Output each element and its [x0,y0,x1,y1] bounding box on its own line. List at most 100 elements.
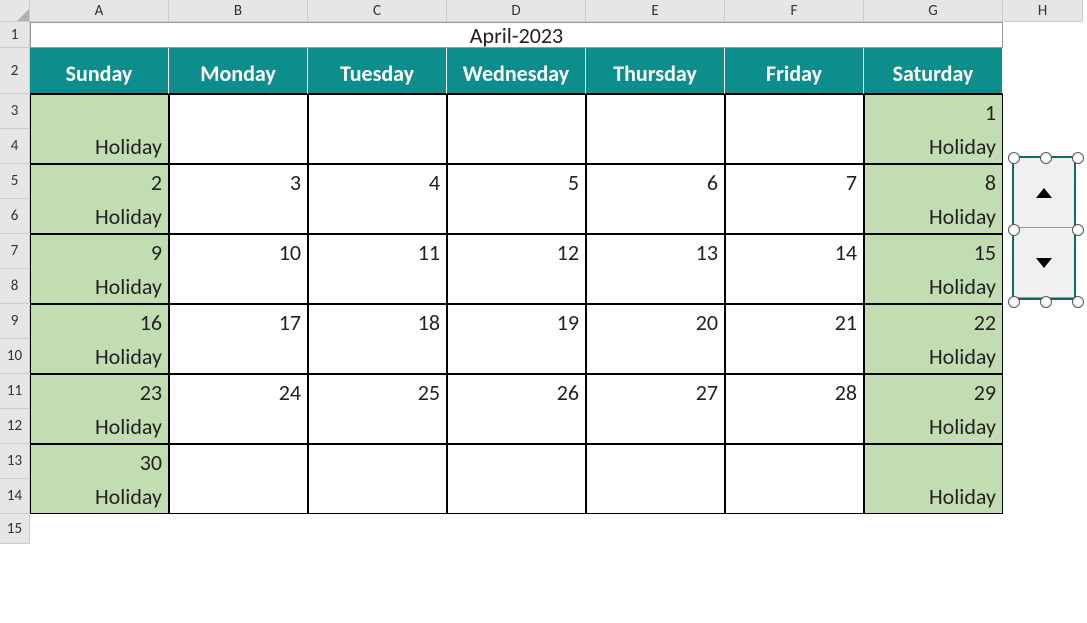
calendar-date-cell[interactable]: 24 [169,374,308,409]
dayheader-fri[interactable]: Friday [725,48,864,94]
row-header-8[interactable]: 8 [0,269,30,304]
calendar-date-cell[interactable]: 25 [308,374,447,409]
calendar-date-cell[interactable] [586,444,725,479]
empty-cell[interactable] [169,514,308,544]
calendar-date-cell[interactable] [30,94,169,129]
calendar-date-cell[interactable]: 26 [447,374,586,409]
calendar-date-cell[interactable] [725,444,864,479]
spinner-up-button[interactable] [1014,158,1074,228]
calendar-date-cell[interactable]: 8 [864,164,1003,199]
row-header-14[interactable]: 14 [0,479,30,514]
empty-cell[interactable] [864,514,1003,544]
calendar-label-cell[interactable] [308,409,447,444]
col-header-B[interactable]: B [169,0,308,22]
calendar-date-cell[interactable]: 15 [864,234,1003,269]
spinner-control[interactable] [1012,156,1076,300]
calendar-label-cell[interactable]: Holiday [864,199,1003,234]
calendar-label-cell[interactable] [725,199,864,234]
calendar-label-cell[interactable] [447,269,586,304]
calendar-date-cell[interactable]: 5 [447,164,586,199]
selection-handle[interactable] [1072,296,1084,308]
row-header-9[interactable]: 9 [0,304,30,339]
calendar-date-cell[interactable]: 9 [30,234,169,269]
calendar-date-cell[interactable]: 13 [586,234,725,269]
calendar-label-cell[interactable] [169,339,308,374]
empty-cell[interactable] [586,514,725,544]
col-header-G[interactable]: G [864,0,1003,22]
calendar-label-cell[interactable] [586,199,725,234]
dayheader-mon[interactable]: Monday [169,48,308,94]
cell-H13[interactable] [1003,444,1083,479]
calendar-label-cell[interactable] [308,269,447,304]
cell-H11[interactable] [1003,374,1083,409]
dayheader-sun[interactable]: Sunday [30,48,169,94]
calendar-label-cell[interactable] [586,129,725,164]
calendar-label-cell[interactable] [447,129,586,164]
calendar-label-cell[interactable] [308,199,447,234]
calendar-label-cell[interactable] [308,129,447,164]
calendar-label-cell[interactable] [169,409,308,444]
calendar-date-cell[interactable] [308,444,447,479]
calendar-label-cell[interactable]: Holiday [30,129,169,164]
calendar-date-cell[interactable]: 4 [308,164,447,199]
col-header-E[interactable]: E [586,0,725,22]
calendar-label-cell[interactable]: Holiday [30,199,169,234]
cell-H14[interactable] [1003,479,1083,514]
calendar-date-cell[interactable]: 30 [30,444,169,479]
calendar-date-cell[interactable]: 18 [308,304,447,339]
calendar-date-cell[interactable]: 7 [725,164,864,199]
cell-H10[interactable] [1003,339,1083,374]
calendar-date-cell[interactable]: 11 [308,234,447,269]
empty-cell[interactable] [308,514,447,544]
calendar-label-cell[interactable]: Holiday [30,479,169,514]
calendar-date-cell[interactable]: 21 [725,304,864,339]
empty-cell[interactable] [447,514,586,544]
row-header-2[interactable]: 2 [0,48,30,94]
col-header-F[interactable]: F [725,0,864,22]
calendar-label-cell[interactable] [447,409,586,444]
calendar-label-cell[interactable]: Holiday [30,409,169,444]
calendar-label-cell[interactable] [586,409,725,444]
calendar-date-cell[interactable] [725,94,864,129]
select-all-corner[interactable] [0,0,30,22]
calendar-date-cell[interactable] [169,444,308,479]
row-header-15[interactable]: 15 [0,514,30,544]
calendar-date-cell[interactable]: 3 [169,164,308,199]
row-header-11[interactable]: 11 [0,374,30,409]
calendar-date-cell[interactable] [586,94,725,129]
selection-handle[interactable] [1040,296,1052,308]
calendar-label-cell[interactable] [725,269,864,304]
calendar-label-cell[interactable] [308,479,447,514]
row-header-7[interactable]: 7 [0,234,30,269]
calendar-label-cell[interactable] [586,339,725,374]
calendar-date-cell[interactable]: 28 [725,374,864,409]
dayheader-tue[interactable]: Tuesday [308,48,447,94]
calendar-date-cell[interactable]: 20 [586,304,725,339]
calendar-date-cell[interactable]: 1 [864,94,1003,129]
cell-H1[interactable] [1003,22,1083,48]
calendar-label-cell[interactable] [169,479,308,514]
calendar-label-cell[interactable]: Holiday [30,339,169,374]
calendar-date-cell[interactable]: 10 [169,234,308,269]
calendar-date-cell[interactable]: 16 [30,304,169,339]
col-header-D[interactable]: D [447,0,586,22]
calendar-date-cell[interactable]: 19 [447,304,586,339]
cell-H3[interactable] [1003,94,1083,129]
calendar-label-cell[interactable] [725,129,864,164]
calendar-label-cell[interactable]: Holiday [864,339,1003,374]
calendar-label-cell[interactable]: Holiday [864,129,1003,164]
calendar-date-cell[interactable]: 6 [586,164,725,199]
row-header-13[interactable]: 13 [0,444,30,479]
row-header-3[interactable]: 3 [0,94,30,129]
selection-handle[interactable] [1008,224,1020,236]
calendar-label-cell[interactable] [447,199,586,234]
row-header-4[interactable]: 4 [0,129,30,164]
calendar-label-cell[interactable] [169,269,308,304]
calendar-label-cell[interactable] [447,339,586,374]
calendar-date-cell[interactable] [169,94,308,129]
calendar-label-cell[interactable]: Holiday [864,269,1003,304]
calendar-label-cell[interactable]: Holiday [864,409,1003,444]
cell-H9[interactable] [1003,304,1083,339]
calendar-label-cell[interactable] [308,339,447,374]
col-header-H[interactable]: H [1003,0,1083,22]
